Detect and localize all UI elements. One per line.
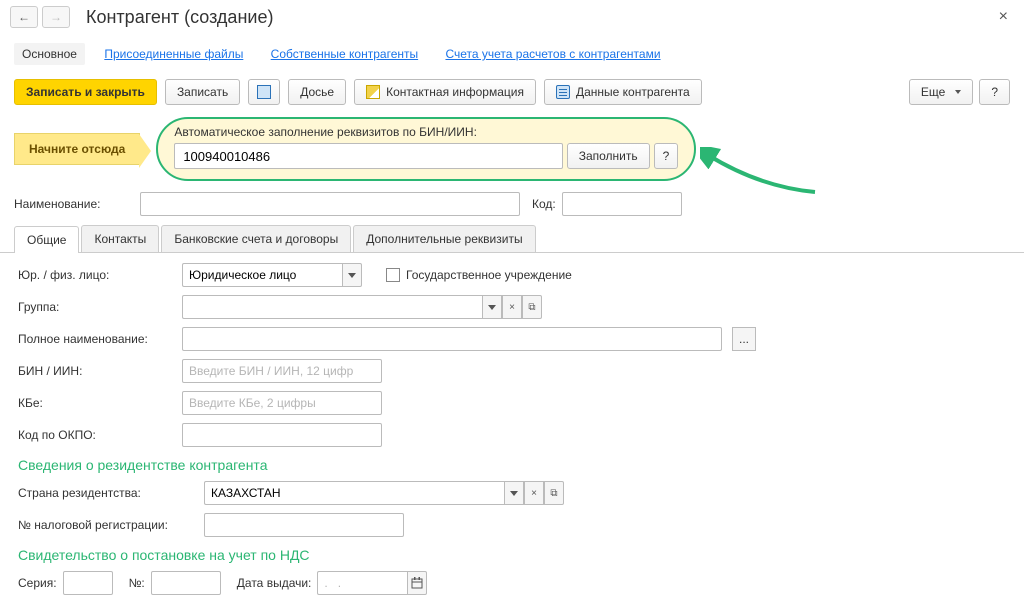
group-label: Группа: <box>18 300 176 314</box>
okpo-input[interactable] <box>182 423 382 447</box>
fullname-dots-button[interactable]: ... <box>732 327 756 351</box>
calendar-icon <box>411 577 423 589</box>
group-open-button[interactable]: ⧉ <box>522 295 542 319</box>
date-picker[interactable] <box>317 571 427 595</box>
autofill-help-button[interactable]: ? <box>654 143 679 169</box>
fullname-label: Полное наименование: <box>18 332 176 346</box>
chevron-down-icon <box>510 491 518 496</box>
link-main[interactable]: Основное <box>14 43 85 65</box>
chevron-down-icon <box>348 273 356 278</box>
chevron-down-icon <box>955 90 961 94</box>
close-button[interactable]: × <box>993 8 1014 26</box>
page-title: Контрагент (создание) <box>86 7 273 28</box>
start-here-hint: Начните отсюда <box>14 133 140 165</box>
fullname-input[interactable] <box>182 327 722 351</box>
list-view-button[interactable] <box>248 79 280 105</box>
help-button[interactable]: ? <box>979 79 1010 105</box>
list-icon <box>257 85 271 99</box>
series-label: Серия: <box>18 576 57 590</box>
legal-type-select[interactable] <box>182 263 362 287</box>
link-accounts[interactable]: Счета учета расчетов с контрагентами <box>445 47 660 61</box>
okpo-label: Код по ОКПО: <box>18 428 176 442</box>
number-input[interactable] <box>151 571 221 595</box>
legal-type-dropdown-button[interactable] <box>342 263 362 287</box>
nav-forward-button[interactable]: → <box>42 6 70 28</box>
group-dropdown-button[interactable] <box>482 295 502 319</box>
date-input[interactable] <box>317 571 407 595</box>
nav-back-button[interactable]: ← <box>10 6 38 28</box>
group-select[interactable]: × ⧉ <box>182 295 542 319</box>
more-label: Еще <box>921 85 945 99</box>
residency-section-title: Сведения о резидентстве контрагента <box>18 457 1006 473</box>
tab-contacts[interactable]: Контакты <box>81 225 159 252</box>
tab-bar: Общие Контакты Банковские счета и догово… <box>0 219 1024 253</box>
code-input[interactable] <box>562 192 682 216</box>
country-input[interactable] <box>204 481 504 505</box>
dossier-button[interactable]: Досье <box>288 79 346 105</box>
country-dropdown-button[interactable] <box>504 481 524 505</box>
country-clear-button[interactable]: × <box>524 481 544 505</box>
fill-button[interactable]: Заполнить <box>567 143 650 169</box>
tax-registration-input[interactable] <box>204 513 404 537</box>
nds-section-title: Свидетельство о постановке на учет по НД… <box>18 547 1006 563</box>
contact-info-button[interactable]: Контактная информация <box>354 79 536 105</box>
autofill-label: Автоматическое заполнение реквизитов по … <box>174 125 678 139</box>
country-select[interactable]: × ⧉ <box>204 481 564 505</box>
date-label: Дата выдачи: <box>237 576 312 590</box>
group-clear-button[interactable]: × <box>502 295 522 319</box>
link-own-contractors[interactable]: Собственные контрагенты <box>271 47 418 61</box>
link-attached-files[interactable]: Присоединенные файлы <box>104 47 243 61</box>
bin-label: БИН / ИИН: <box>18 364 176 378</box>
tab-bank[interactable]: Банковские счета и договоры <box>161 225 351 252</box>
series-input[interactable] <box>63 571 113 595</box>
kbe-input[interactable] <box>182 391 382 415</box>
tab-extra[interactable]: Дополнительные реквизиты <box>353 225 535 252</box>
chevron-down-icon <box>488 305 496 310</box>
bin-input[interactable] <box>182 359 382 383</box>
autofill-panel: Автоматическое заполнение реквизитов по … <box>156 117 696 181</box>
toolbar: Записать и закрыть Записать Досье Контак… <box>0 75 1024 117</box>
government-checkbox[interactable] <box>386 268 400 282</box>
contact-info-label: Контактная информация <box>386 85 524 99</box>
government-label: Государственное учреждение <box>406 268 572 282</box>
counterparty-data-label: Данные контрагента <box>576 85 690 99</box>
date-calendar-button[interactable] <box>407 571 427 595</box>
country-open-button[interactable]: ⧉ <box>544 481 564 505</box>
group-input[interactable] <box>182 295 482 319</box>
pencil-icon <box>366 85 380 99</box>
counterparty-data-button[interactable]: Данные контрагента <box>544 79 702 105</box>
name-input[interactable] <box>140 192 520 216</box>
bin-iin-input[interactable] <box>174 143 562 169</box>
country-label: Страна резидентства: <box>18 486 198 500</box>
legal-type-label: Юр. / физ. лицо: <box>18 268 176 282</box>
form-general: Юр. / физ. лицо: Государственное учрежде… <box>0 253 1024 613</box>
more-button[interactable]: Еще <box>909 79 973 105</box>
tax-registration-label: № налоговой регистрации: <box>18 518 198 532</box>
kbe-label: КБе: <box>18 396 176 410</box>
code-label: Код: <box>532 197 556 211</box>
legal-type-value[interactable] <box>182 263 342 287</box>
name-label: Наименование: <box>14 197 134 211</box>
save-button[interactable]: Записать <box>165 79 240 105</box>
number-label: №: <box>129 576 145 590</box>
tab-general[interactable]: Общие <box>14 226 79 253</box>
save-and-close-button[interactable]: Записать и закрыть <box>14 79 157 105</box>
database-icon <box>556 85 570 99</box>
section-links: Основное Присоединенные файлы Собственны… <box>0 35 1024 75</box>
